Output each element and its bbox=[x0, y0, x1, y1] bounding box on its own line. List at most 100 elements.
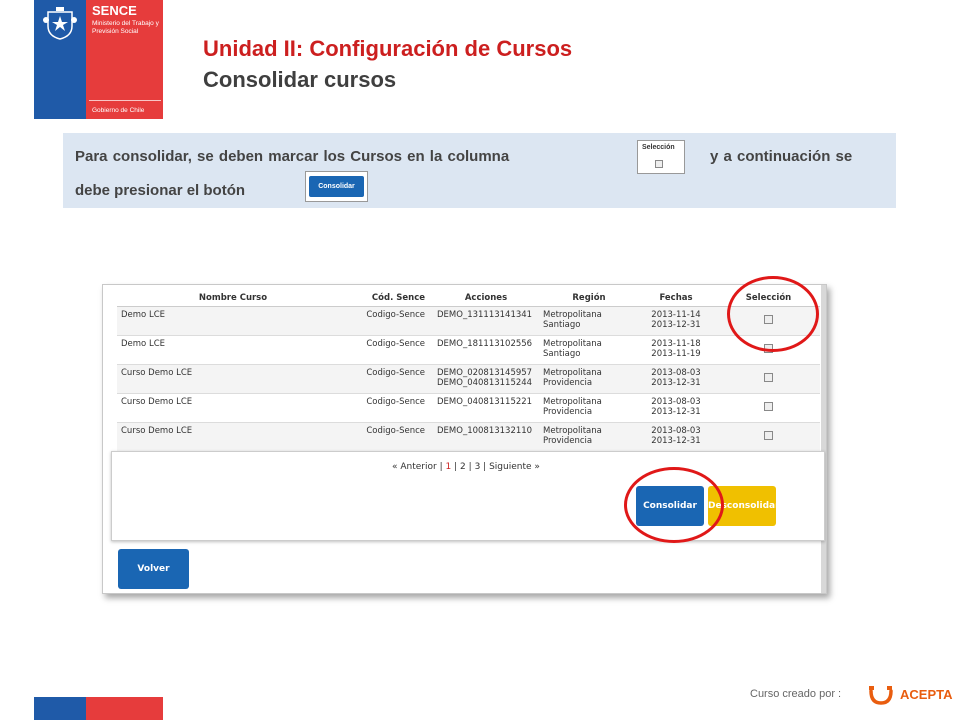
header-region: Región bbox=[572, 292, 606, 303]
comuna-line: Providencia bbox=[543, 407, 593, 417]
chile-coat-of-arms-icon bbox=[43, 7, 77, 40]
cell-fechas: 2013-08-03 2013-12-31 bbox=[635, 397, 717, 417]
pagination-separator: | bbox=[483, 462, 487, 472]
pagination-separator: | bbox=[468, 462, 472, 472]
pagination-next[interactable]: Siguiente » bbox=[489, 462, 540, 472]
accion-link[interactable]: DEMO_181113102556 bbox=[437, 339, 535, 349]
volver-button[interactable]: Volver bbox=[118, 549, 189, 589]
fecha-inicio: 2013-08-03 bbox=[651, 368, 701, 378]
selection-column-thumbnail: Selección bbox=[637, 140, 685, 174]
cell-acciones: DEMO_181113102556 bbox=[431, 339, 535, 349]
cell-acciones: DEMO_040813115221 bbox=[431, 397, 535, 407]
cell-codigo: Codigo-Sence bbox=[366, 339, 425, 349]
cell-nombre: Curso Demo LCE bbox=[121, 368, 193, 378]
footer-red-bar bbox=[86, 697, 163, 720]
table-row: Curso Demo LCE Codigo-Sence DEMO_0408131… bbox=[117, 394, 820, 423]
pagination-page-2[interactable]: 2 bbox=[460, 462, 466, 472]
footer-brand: ACEPTA bbox=[900, 687, 953, 702]
accion-link[interactable]: DEMO_100813132110 bbox=[437, 426, 535, 436]
accion-link[interactable]: DEMO_040813115221 bbox=[437, 397, 535, 407]
header-nombre-curso: Nombre Curso bbox=[198, 292, 268, 303]
cell-nombre: Curso Demo LCE bbox=[121, 426, 193, 436]
cell-fechas: 2013-08-03 2013-12-31 bbox=[635, 368, 717, 388]
cell-acciones: DEMO_100813132110 bbox=[431, 426, 535, 436]
fecha-fin: 2013-12-31 bbox=[651, 378, 701, 388]
cell-acciones: DEMO_020813145957 DEMO_040813115244 bbox=[431, 368, 535, 388]
comuna-line: Providencia bbox=[543, 378, 593, 388]
footer-credit: Curso creado por : bbox=[750, 688, 842, 700]
accion-link[interactable]: DEMO_040813115244 bbox=[437, 378, 535, 388]
footer-blue-bar bbox=[34, 697, 86, 720]
cell-nombre: Demo LCE bbox=[121, 339, 165, 349]
region-line: Metropolitana bbox=[543, 339, 602, 349]
fecha-fin: 2013-12-31 bbox=[651, 407, 701, 417]
row-checkbox[interactable] bbox=[764, 402, 773, 411]
instruction-text-3: debe presionar el botón bbox=[75, 182, 246, 199]
slide: SENCE Ministerio del Trabajo y Previsión… bbox=[0, 0, 960, 720]
pagination-page-1[interactable]: 1 bbox=[446, 462, 452, 472]
cell-seleccion bbox=[717, 397, 820, 414]
cell-region: Metropolitana Providencia bbox=[535, 426, 635, 446]
region-line: Metropolitana bbox=[543, 310, 602, 320]
cell-nombre: Curso Demo LCE bbox=[121, 397, 193, 407]
cell-codigo: Codigo-Sence bbox=[366, 368, 425, 378]
scrollbar[interactable] bbox=[821, 285, 826, 593]
fecha-inicio: 2013-11-14 bbox=[651, 310, 701, 320]
cell-codigo: Codigo-Sence bbox=[366, 397, 425, 407]
cell-codigo: Codigo-Sence bbox=[366, 426, 425, 436]
consolidar-highlight-circle bbox=[624, 467, 724, 543]
cell-region: Metropolitana Santiago bbox=[535, 310, 635, 330]
cell-fechas: 2013-11-18 2013-11-19 bbox=[635, 339, 717, 359]
header-acciones: Acciones bbox=[464, 292, 508, 303]
logo-name: SENCE bbox=[92, 3, 137, 18]
table-header: Nombre Curso Cód. Sence Acciones Región … bbox=[117, 289, 820, 307]
region-line: Metropolitana bbox=[543, 368, 602, 378]
cell-acciones: DEMO_131113141341 bbox=[431, 310, 535, 320]
fecha-inicio: 2013-11-18 bbox=[651, 339, 701, 349]
cell-codigo: Codigo-Sence bbox=[366, 310, 425, 320]
fecha-fin: 2013-12-31 bbox=[651, 436, 701, 446]
accion-link[interactable]: DEMO_020813145957 bbox=[437, 368, 535, 378]
cell-seleccion bbox=[717, 368, 820, 385]
header-fechas: Fechas bbox=[659, 292, 693, 303]
cell-nombre: Demo LCE bbox=[121, 310, 165, 320]
cell-fechas: 2013-08-03 2013-12-31 bbox=[635, 426, 717, 446]
pagination-separator: | bbox=[454, 462, 458, 472]
table-row: Demo LCE Codigo-Sence DEMO_181113102556 … bbox=[117, 336, 820, 365]
fecha-fin: 2013-12-31 bbox=[651, 320, 701, 330]
accion-link[interactable]: DEMO_131113141341 bbox=[437, 310, 535, 320]
fecha-inicio: 2013-08-03 bbox=[651, 426, 701, 436]
table-row: Curso Demo LCE Codigo-Sence DEMO_1008131… bbox=[117, 423, 820, 452]
logo-government: Gobierno de Chile bbox=[92, 107, 145, 114]
region-line: Metropolitana bbox=[543, 397, 602, 407]
selection-thumbnail-label: Selección bbox=[642, 144, 675, 151]
consolidar-thumbnail-label: Consolidar bbox=[309, 176, 364, 197]
selection-highlight-circle bbox=[727, 276, 819, 352]
logo-blue-panel bbox=[34, 0, 86, 119]
region-line: Metropolitana bbox=[543, 426, 602, 436]
cell-fechas: 2013-11-14 2013-12-31 bbox=[635, 310, 717, 330]
courses-table: Nombre Curso Cód. Sence Acciones Región … bbox=[117, 289, 820, 452]
fecha-inicio: 2013-08-03 bbox=[651, 397, 701, 407]
pagination-prev[interactable]: « Anterior bbox=[392, 462, 437, 472]
instruction-text-2: y a continuación se bbox=[710, 148, 853, 165]
comuna-line: Santiago bbox=[543, 349, 581, 359]
row-checkbox[interactable] bbox=[764, 431, 773, 440]
comuna-line: Santiago bbox=[543, 320, 581, 330]
row-checkbox[interactable] bbox=[764, 373, 773, 382]
instruction-text-1: Para consolidar, se deben marcar los Cur… bbox=[75, 148, 510, 165]
cell-region: Metropolitana Providencia bbox=[535, 397, 635, 417]
pagination-page-3[interactable]: 3 bbox=[475, 462, 481, 472]
cell-region: Metropolitana Santiago bbox=[535, 339, 635, 359]
pagination: « Anterior | 1 | 2 | 3 | Siguiente » bbox=[392, 462, 540, 472]
logo-divider bbox=[89, 100, 161, 101]
cell-seleccion bbox=[717, 426, 820, 443]
page-subtitle: Consolidar cursos bbox=[203, 67, 397, 92]
comuna-line: Providencia bbox=[543, 436, 593, 446]
checkbox-icon bbox=[655, 160, 663, 168]
page-title: Unidad II: Configuración de Cursos bbox=[203, 36, 573, 61]
courses-screenshot: Nombre Curso Cód. Sence Acciones Región … bbox=[102, 284, 827, 594]
acepta-logo-icon bbox=[869, 686, 893, 705]
cell-region: Metropolitana Providencia bbox=[535, 368, 635, 388]
fecha-fin: 2013-11-19 bbox=[651, 349, 701, 359]
